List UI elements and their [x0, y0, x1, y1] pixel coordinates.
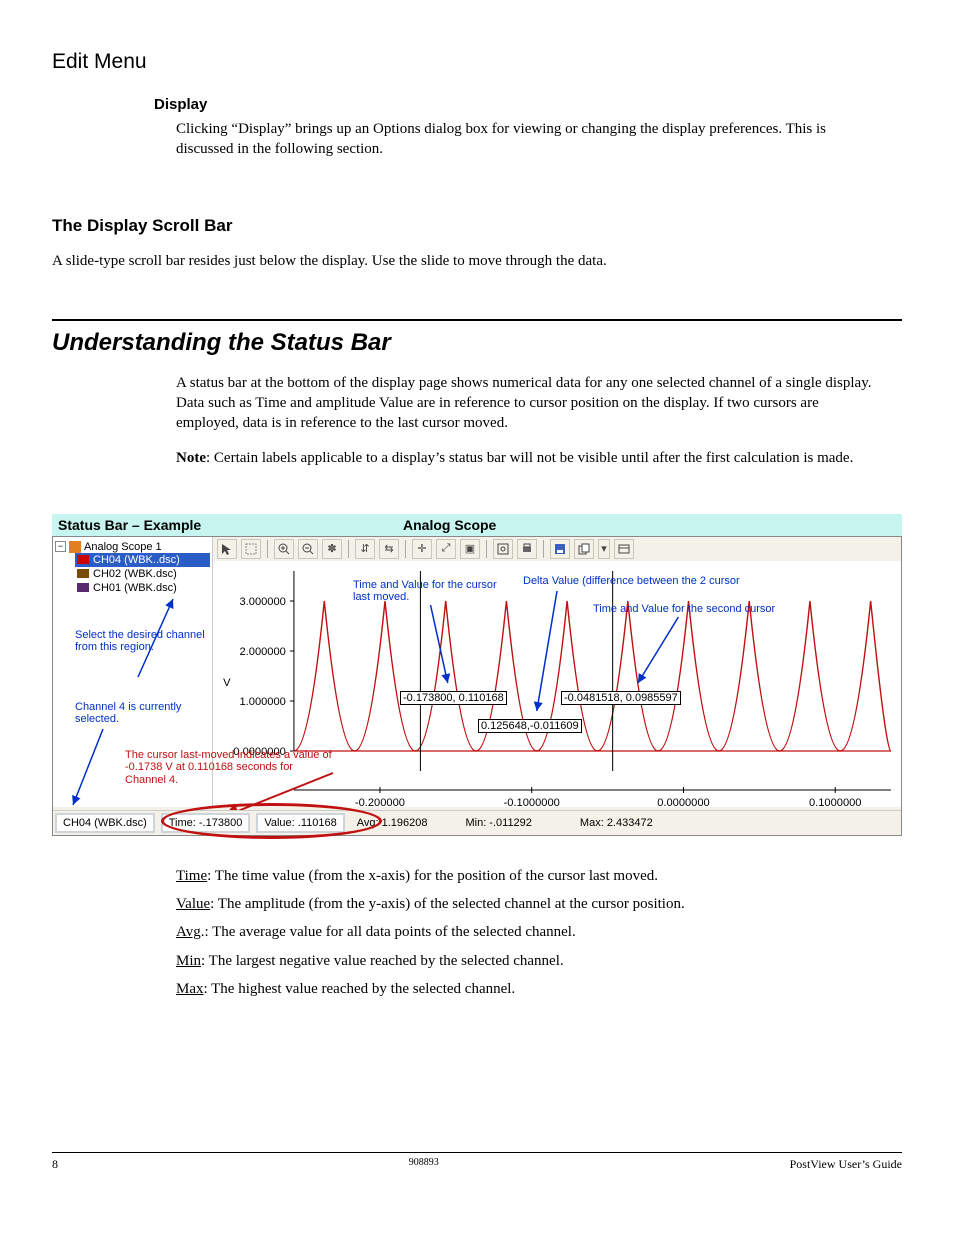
- cursor-1-readout: -0.173800, 0.110168: [400, 691, 507, 705]
- print-icon[interactable]: [517, 539, 537, 559]
- status-max: Max: 2.433472: [574, 815, 659, 831]
- tree-root-label: Analog Scope 1: [84, 541, 162, 553]
- save-icon[interactable]: [550, 539, 570, 559]
- collapse-icon[interactable]: −: [55, 541, 66, 552]
- channel-color-swatch: [77, 569, 89, 578]
- figure-header: Status Bar – Example Analog Scope: [52, 514, 902, 536]
- dropdown-icon[interactable]: ▾: [598, 539, 610, 559]
- status-time: Time: -.173800: [161, 813, 251, 833]
- preview-icon[interactable]: [493, 539, 513, 559]
- callout-time-value-second: Time and Value for the second cursor: [593, 603, 853, 616]
- footer-doc-id: 908893: [409, 1157, 439, 1172]
- svg-text:V: V: [223, 677, 231, 689]
- figure-header-right: Analog Scope: [403, 517, 496, 533]
- note-body: : Certain labels applicable to a display…: [206, 450, 853, 466]
- copy-icon[interactable]: [574, 539, 594, 559]
- status-avg: Avg: 1.196208: [351, 815, 434, 831]
- callout-ch4-selected: Channel 4 is currently selected.: [75, 701, 195, 726]
- scope-icon: [69, 541, 81, 553]
- tree-item-label: CH01 (WBK.dsc): [93, 582, 177, 594]
- def-max: Max: The highest value reached by the se…: [176, 979, 876, 999]
- definitions-block: Time: The time value (from the x-axis) f…: [176, 866, 876, 999]
- tree-item-label: CH04 (WBK..dsc): [93, 554, 180, 566]
- cursor-delta-readout: 0.125648,-0.011609: [478, 719, 582, 733]
- def-time: Time: The time value (from the x-axis) f…: [176, 866, 876, 886]
- tree-root[interactable]: − Analog Scope 1: [55, 541, 210, 553]
- properties-icon[interactable]: [614, 539, 634, 559]
- scroll-bar-body: A slide-type scroll bar resides just bel…: [52, 251, 902, 271]
- display-body: Clicking “Display” brings up an Options …: [176, 119, 876, 160]
- callout-cursor-explain: The cursor last-moved indicates a value …: [125, 749, 335, 787]
- tree-item-ch04[interactable]: CH04 (WBK..dsc): [75, 553, 210, 567]
- understanding-heading: Understanding the Status Bar: [52, 329, 902, 357]
- home-zoom-icon[interactable]: ⤢: [436, 539, 456, 559]
- scope-toolbar: ✽ ⇵ ⇆ ✛ ⤢ ▣ ▾: [213, 537, 901, 562]
- tree-item-ch01[interactable]: CH01 (WBK.dsc): [75, 581, 210, 595]
- def-value: Value: The amplitude (from the y-axis) o…: [176, 894, 876, 914]
- svg-text:-0.1000000: -0.1000000: [504, 797, 560, 807]
- note-label: Note: [176, 450, 206, 466]
- note-line: Note: Certain labels applicable to a dis…: [176, 448, 876, 468]
- svg-text:2.000000: 2.000000: [240, 646, 286, 658]
- cursor-2-readout: -0.0481518, 0.0985597: [561, 691, 681, 705]
- zoom-in-icon[interactable]: [274, 539, 294, 559]
- svg-text:0.1000000: 0.1000000: [809, 797, 862, 807]
- figure-header-left: Status Bar – Example: [58, 517, 403, 533]
- status-bar-example-figure: Status Bar – Example Analog Scope − Anal…: [52, 514, 902, 836]
- status-channel: CH04 (WBK.dsc): [55, 813, 155, 833]
- autoscale-y-icon[interactable]: ⇵: [355, 539, 375, 559]
- callout-delta-value: Delta Value (difference between the 2 cu…: [523, 575, 823, 588]
- status-bar: CH04 (WBK.dsc) Time: -.173800 Value: .11…: [53, 810, 901, 835]
- callout-time-value-last: Time and Value for the cursor last moved…: [353, 579, 503, 604]
- channel-color-swatch: [77, 583, 89, 592]
- def-min: Min: The largest negative value reached …: [176, 951, 876, 971]
- footer-page-number: 8: [52, 1157, 58, 1172]
- autoscale-x-icon[interactable]: ⇆: [379, 539, 399, 559]
- scope-window: − Analog Scope 1 CH04 (WBK..dsc) CH02 (W…: [52, 536, 902, 836]
- svg-text:-0.200000: -0.200000: [355, 797, 405, 807]
- tree-item-label: CH02 (WBK.dsc): [93, 568, 177, 580]
- crosshair-icon[interactable]: ✛: [412, 539, 432, 559]
- footer-guide-name: PostView User’s Guide: [790, 1157, 902, 1172]
- svg-text:0.0000000: 0.0000000: [657, 797, 710, 807]
- page-footer: 8 908893 PostView User’s Guide: [52, 1152, 902, 1172]
- zoom-out-icon[interactable]: [298, 539, 318, 559]
- status-value: Value: .110168: [256, 813, 344, 833]
- section-rule: [52, 319, 902, 321]
- status-min: Min: -.011292: [459, 815, 537, 831]
- understanding-paragraph: A status bar at the bottom of the displa…: [176, 373, 876, 434]
- svg-text:1.000000: 1.000000: [240, 696, 286, 708]
- page-heading: Edit Menu: [52, 50, 902, 74]
- def-avg: Avg.: The average value for all data poi…: [176, 922, 876, 942]
- svg-text:3.000000: 3.000000: [240, 596, 286, 608]
- scroll-bar-heading: The Display Scroll Bar: [52, 216, 902, 236]
- display-subheading: Display: [154, 96, 902, 113]
- fit-icon[interactable]: ▣: [460, 539, 480, 559]
- channel-color-swatch: [77, 555, 89, 564]
- pointer-icon[interactable]: [217, 539, 237, 559]
- callout-select-region: Select the desired channel from this reg…: [75, 629, 205, 654]
- tree-item-ch02[interactable]: CH02 (WBK.dsc): [75, 567, 210, 581]
- snowflake-icon[interactable]: ✽: [322, 539, 342, 559]
- select-rect-icon[interactable]: [241, 539, 261, 559]
